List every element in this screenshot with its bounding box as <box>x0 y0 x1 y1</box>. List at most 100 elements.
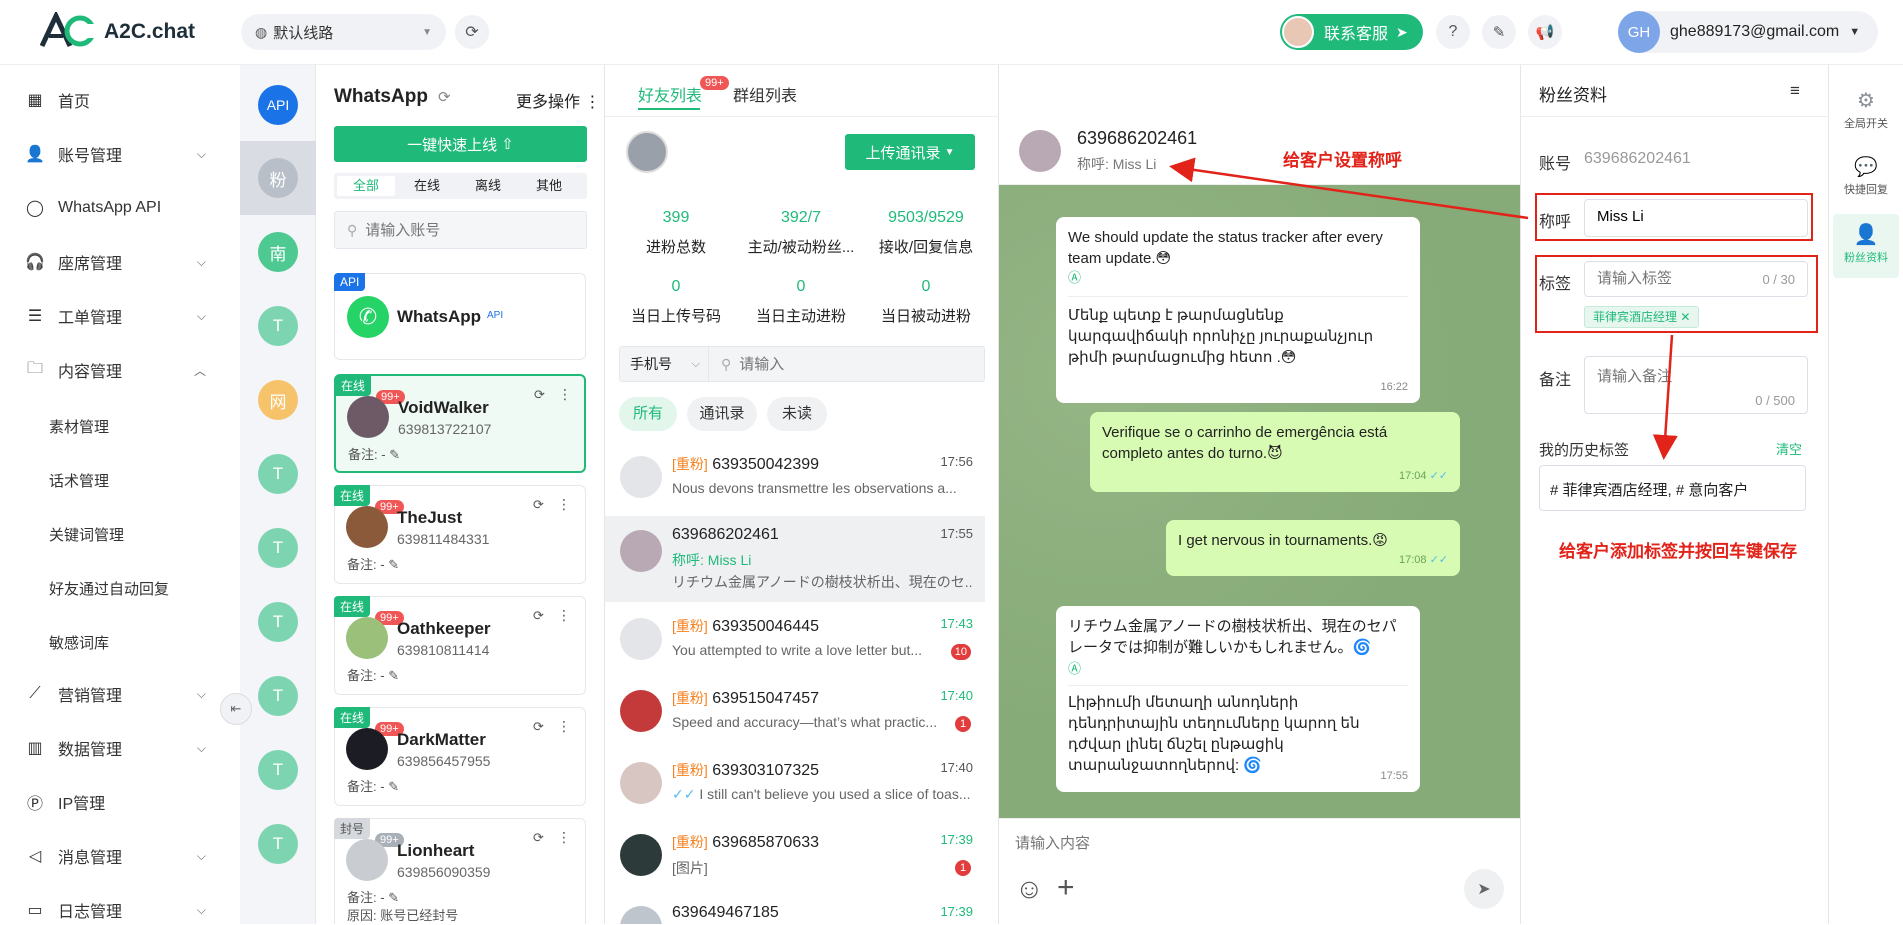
chat-list-item[interactable]: 639649467185 17:39 <box>605 894 985 924</box>
help-button[interactable]: ? <box>1436 15 1470 49</box>
tool-global-switch[interactable]: ⚙ 全局开关 <box>1833 88 1899 131</box>
note-textarea[interactable] <box>1597 365 1787 391</box>
account-search[interactable]: ⚲ <box>334 211 587 249</box>
contact-search-input[interactable] <box>739 355 940 373</box>
tool-quick-reply[interactable]: 💬 快捷回复 <box>1833 155 1899 197</box>
menu-icon[interactable]: ≡ <box>1790 81 1800 101</box>
chat-list-item-active[interactable]: 639686202461 17:55 称呼: Miss Li リチウム金属アノー… <box>605 516 985 602</box>
rail-item[interactable]: T <box>258 454 298 494</box>
edit-icon[interactable]: ✎ <box>388 890 399 905</box>
sync-icon[interactable]: ⟳ <box>533 719 544 735</box>
nav-ip[interactable]: Ⓟ IP管理 <box>24 787 214 817</box>
message-input[interactable] <box>1015 835 1495 852</box>
support-avatar <box>1282 16 1314 48</box>
contact-search[interactable]: ⚲ <box>709 346 985 382</box>
sync-icon[interactable]: ⟳ <box>533 830 544 846</box>
more-vertical-icon[interactable]: ⋮ <box>557 607 571 624</box>
collapse-nav-button[interactable]: ⇤ <box>220 693 252 725</box>
account-card[interactable]: 在线 99+ DarkMatter 639856457955 备注: - ✎ ⟳… <box>334 707 586 806</box>
api-account-card[interactable]: API ✆ WhatsApp API <box>334 273 586 360</box>
more-vertical-icon[interactable]: ⋮ <box>557 718 571 735</box>
nav-data[interactable]: ▥ 数据管理 ⌵ <box>24 733 214 763</box>
nav-marketing[interactable]: ⟋ 营销管理 ⌵ <box>24 679 214 709</box>
nav-label: 内容管理 <box>58 364 123 381</box>
nav-sub-scripts[interactable]: 话术管理 <box>49 470 109 491</box>
nav-messages[interactable]: ◁ 消息管理 ⌵ <box>24 841 214 871</box>
edit-icon[interactable]: ✎ <box>388 557 399 572</box>
rail-item[interactable]: T <box>258 528 298 568</box>
sync-icon[interactable]: ⟳ <box>534 387 545 403</box>
nav-sub-keywords[interactable]: 关键词管理 <box>49 524 124 545</box>
nav-sub-auto-reply[interactable]: 好友通过自动回复 <box>49 578 169 599</box>
chat-list-item[interactable]: [重粉] 639303107325 17:40 ✓✓ I still can't… <box>605 750 985 822</box>
refresh-icon[interactable]: ⟳ <box>438 88 451 106</box>
chip-contacts[interactable]: 通讯录 <box>687 397 757 431</box>
account-card[interactable]: 封号 99+ Lionheart 639856090359 备注: - ✎ 原因… <box>334 818 586 924</box>
rail-item[interactable]: T <box>258 602 298 642</box>
nav-home[interactable]: ▦ 首页 <box>24 85 214 115</box>
tab-groups[interactable]: 群组列表 <box>733 82 797 106</box>
rail-item[interactable]: T <box>258 750 298 790</box>
filter-offline[interactable]: 离线 <box>459 176 517 196</box>
filter-all[interactable]: 全部 <box>337 176 395 196</box>
nav-tickets[interactable]: ☰ 工单管理 ⌵ <box>24 301 214 331</box>
chat-list-item[interactable]: [重粉] 639685870633 17:39 [图片] 1 <box>605 822 985 894</box>
account-card[interactable]: 在线 99+ Oathkeeper 639810811414 备注: - ✎ ⟳… <box>334 596 586 695</box>
clear-button[interactable]: 清空 <box>1776 439 1802 458</box>
chat-list-item[interactable]: [重粉] 639350042399 17:56 Nous devons tran… <box>605 444 985 516</box>
nav-seats[interactable]: 🎧 座席管理 ⌵ <box>24 247 214 277</box>
edit-icon[interactable]: ✎ <box>388 668 399 683</box>
upload-contacts-button[interactable]: 上传通讯录 ▼ <box>845 134 975 170</box>
more-vertical-icon[interactable]: ⋮ <box>557 496 571 513</box>
translate-icon[interactable]: Ⓐ <box>1068 658 1408 679</box>
chip-all[interactable]: 所有 <box>619 397 677 431</box>
nav-content[interactable]: 🗀 内容管理 ︿ <box>24 355 214 385</box>
rail-item[interactable]: T <box>258 306 298 346</box>
rail-item[interactable]: T <box>258 824 298 864</box>
tool-fan-profile[interactable]: 👤 粉丝资料 <box>1833 214 1899 278</box>
rail-item-api[interactable]: API <box>258 85 298 125</box>
sync-icon[interactable]: ⟳ <box>533 608 544 624</box>
account-card[interactable]: 在线 99+ TheJust 639811484331 备注: - ✎ ⟳ ⋮ <box>334 485 586 584</box>
nav-logs[interactable]: ▭ 日志管理 ⌵ <box>24 895 214 925</box>
filter-online[interactable]: 在线 <box>398 176 456 196</box>
emoji-icon[interactable]: ☺ <box>1015 873 1044 905</box>
route-select[interactable]: ◍ 默认线路 ▼ <box>241 14 446 50</box>
more-vertical-icon[interactable]: ⋮ <box>558 386 572 403</box>
more-actions-button[interactable]: 更多操作 ⋮ <box>516 88 600 112</box>
send-button[interactable]: ➤ <box>1464 869 1504 909</box>
history-tags-box[interactable]: # 菲律宾酒店经理, # 意向客户 <box>1539 465 1806 511</box>
gear-icon: ⚙ <box>1857 90 1875 112</box>
notes-button[interactable]: ✎ <box>1482 15 1516 49</box>
nav-sub-sensitive[interactable]: 敏感词库 <box>49 632 109 653</box>
nav-whatsapp-api[interactable]: ◯ WhatsApp API <box>24 193 214 223</box>
search-type-select[interactable]: 手机号 ⌵ <box>619 346 709 382</box>
filter-other[interactable]: 其他 <box>520 176 578 196</box>
rail-item[interactable]: 粉 <box>258 158 298 198</box>
nav-sub-materials[interactable]: 素材管理 <box>49 416 109 437</box>
chat-list-item[interactable]: [重粉] 639350046445 17:43 You attempted to… <box>605 606 985 678</box>
chip-unread[interactable]: 未读 <box>767 397 827 431</box>
edit-icon[interactable]: ✎ <box>388 779 399 794</box>
sync-icon[interactable]: ⟳ <box>533 497 544 513</box>
announce-button[interactable]: 📢 <box>1528 15 1562 49</box>
note-field[interactable]: 0 / 500 <box>1584 356 1808 414</box>
edit-icon[interactable]: ✎ <box>389 447 400 462</box>
more-vertical-icon[interactable]: ⋮ <box>557 829 571 846</box>
rail-item[interactable]: 网 <box>258 380 298 420</box>
chat-list-item[interactable]: [重粉] 639515047457 17:40 Speed and accura… <box>605 678 985 750</box>
nav-accounts[interactable]: 👤 账号管理 ⌵ <box>24 139 214 169</box>
plus-icon[interactable]: + <box>1057 871 1075 905</box>
rail-item[interactable]: T <box>258 676 298 716</box>
arrow-up-circle-icon: ⇧ <box>501 136 514 153</box>
user-menu[interactable]: GH ghe889173@gmail.com ▼ <box>1618 11 1878 53</box>
rail-item[interactable]: 南 <box>258 232 298 272</box>
support-button[interactable]: 联系客服 ➤ <box>1280 14 1423 50</box>
contact-name: [重粉] 639350042399 <box>672 454 819 474</box>
tab-friends[interactable]: 好友列表 <box>638 82 702 106</box>
refresh-button[interactable]: ⟳ <box>455 15 489 49</box>
account-card[interactable]: 在线 99+ VoidWalker 639813722107 备注: - ✎ ⟳… <box>334 374 586 473</box>
quick-online-button[interactable]: 一键快速上线 ⇧ <box>334 126 587 162</box>
account-search-input[interactable] <box>365 221 566 239</box>
account-phone: 639810811414 <box>397 642 490 658</box>
